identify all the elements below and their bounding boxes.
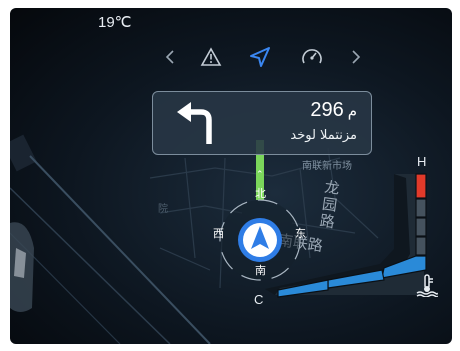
gauge-low-label: C: [254, 292, 264, 307]
coolant-temperature-icon: [416, 274, 438, 297]
coolant-gauge: [265, 173, 427, 298]
gauge-high-label: H: [417, 154, 427, 169]
nav-display: 19℃ 296م مزنتملا لوخد 南联新市场 龙园路 南联路 院: [10, 8, 452, 344]
